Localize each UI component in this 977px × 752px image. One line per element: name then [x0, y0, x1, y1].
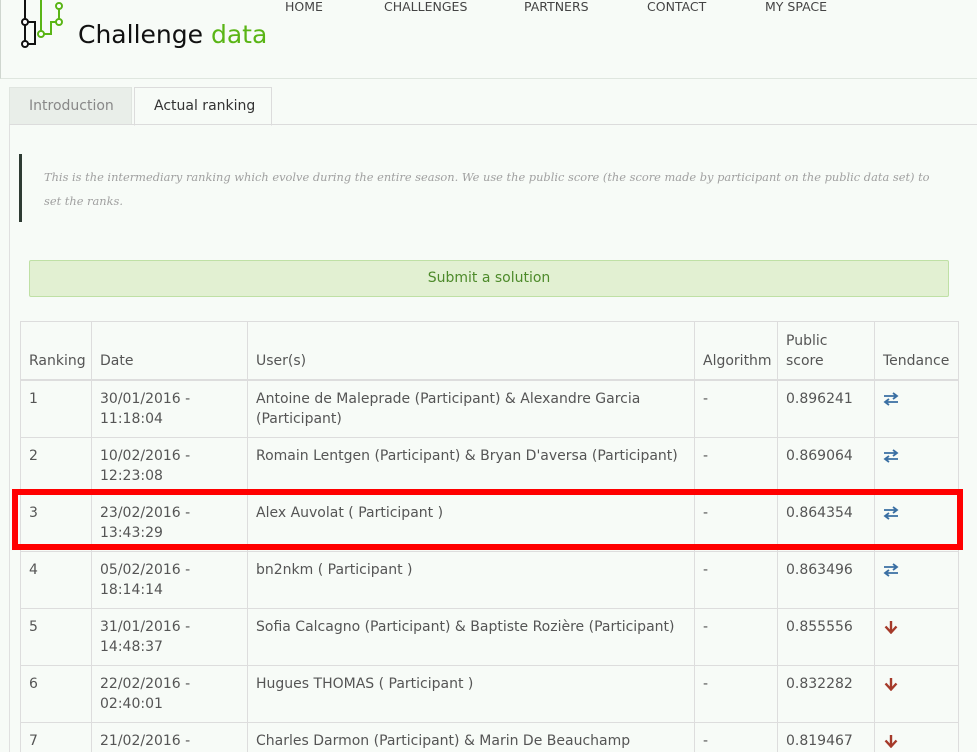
- nav-partners[interactable]: PARTNERS: [524, 0, 589, 14]
- brand-accent: data: [210, 20, 268, 49]
- table-row: 4 05/02/2016 - 18:14:14 bn2nkm ( Participa…: [20, 550, 959, 609]
- site-header: Challenge data HOME CHALLENGES PARTNERS …: [0, 0, 977, 79]
- cell-algorithm: -: [694, 493, 778, 552]
- cell-date: 31/01/2016 - 14:48:37: [91, 607, 248, 666]
- cell-tendance: [874, 721, 959, 752]
- col-date: Date: [91, 321, 248, 381]
- cell-algorithm: -: [694, 607, 778, 666]
- cell-tendance: [874, 664, 959, 723]
- col-algorithm: Algorithm: [694, 321, 778, 381]
- table-row: 2 10/02/2016 - 12:23:08 Romain Lentgen (Pa…: [20, 436, 959, 495]
- cell-tendance: [874, 607, 959, 666]
- col-tendance: Tendance: [874, 321, 959, 381]
- cell-rank: 1: [20, 379, 92, 438]
- table-row: 3 23/02/2016 - 13:43:29 Alex Auvolat ( Par…: [20, 493, 959, 552]
- cell-date: 10/02/2016 - 12:23:08: [91, 436, 248, 495]
- cell-users: Hugues THOMAS ( Participant ): [247, 664, 695, 723]
- cell-rank: 4: [20, 550, 92, 609]
- cell-rank: 5: [20, 607, 92, 666]
- brand-main: Challenge: [78, 20, 203, 49]
- cell-date: 23/02/2016 - 13:43:29: [91, 493, 248, 552]
- cell-algorithm: -: [694, 721, 778, 752]
- arrow-down-icon: [884, 734, 898, 748]
- exchange-arrows-icon: [883, 505, 899, 520]
- nav-contact[interactable]: CONTACT: [647, 0, 706, 14]
- cell-score: 0.863496: [777, 550, 875, 609]
- cell-users: Charles Darmon (Participant) & Marin De …: [247, 721, 695, 752]
- nav-my-space[interactable]: MY SPACE: [765, 0, 827, 14]
- cell-date: 21/02/2016 -: [91, 721, 248, 752]
- tab-actual-ranking[interactable]: Actual ranking: [134, 87, 272, 126]
- table-row: 6 22/02/2016 - 02:40:01 Hugues THOMAS ( Pa…: [20, 664, 959, 723]
- cell-algorithm: -: [694, 550, 778, 609]
- exchange-arrows-icon: [883, 562, 899, 577]
- arrow-down-icon: [884, 677, 898, 691]
- ranking-table: Ranking Date User(s) Algorithm Public sc…: [20, 321, 959, 752]
- cell-score: 0.864354: [777, 493, 875, 552]
- cell-users: Alex Auvolat ( Participant ): [247, 493, 695, 552]
- cell-rank: 6: [20, 664, 92, 723]
- cell-date: 22/02/2016 - 02:40:01: [91, 664, 248, 723]
- cell-date: 05/02/2016 - 18:14:14: [91, 550, 248, 609]
- cell-algorithm: -: [694, 379, 778, 438]
- tab-introduction[interactable]: Introduction: [9, 87, 132, 125]
- cell-date: 30/01/2016 - 11:18:04: [91, 379, 248, 438]
- exchange-arrows-icon: [883, 448, 899, 463]
- cell-score: 0.896241: [777, 379, 875, 438]
- cell-rank: 7: [20, 721, 92, 752]
- intro-blockquote: This is the intermediary ranking which e…: [19, 154, 939, 222]
- table-row: 7 21/02/2016 - Charles Darmon (Participant…: [20, 721, 959, 752]
- cell-algorithm: -: [694, 436, 778, 495]
- cell-score: 0.855556: [777, 607, 875, 666]
- cell-algorithm: -: [694, 664, 778, 723]
- cell-tendance: [874, 436, 959, 495]
- cell-rank: 2: [20, 436, 92, 495]
- circuit-logo-icon[interactable]: [21, 0, 67, 50]
- arrow-down-icon: [884, 620, 898, 634]
- col-public-score: Public score: [777, 321, 875, 381]
- cell-tendance: [874, 550, 959, 609]
- exchange-arrows-icon: [883, 391, 899, 406]
- col-ranking: Ranking: [20, 321, 92, 381]
- col-users: User(s): [247, 321, 695, 381]
- cell-score: 0.869064: [777, 436, 875, 495]
- brand-title[interactable]: Challenge data: [78, 20, 267, 49]
- table-header-row: Ranking Date User(s) Algorithm Public sc…: [20, 321, 959, 381]
- nav-challenges[interactable]: CHALLENGES: [384, 0, 467, 14]
- table-row: 1 30/01/2016 - 11:18:04 Antoine de Malepra…: [20, 379, 959, 438]
- nav-home[interactable]: HOME: [285, 0, 323, 14]
- cell-tendance: [874, 379, 959, 438]
- cell-users: Antoine de Maleprade (Participant) & Ale…: [247, 379, 695, 438]
- cell-tendance: [874, 493, 959, 552]
- cell-users: Sofia Calcagno (Participant) & Baptiste …: [247, 607, 695, 666]
- cell-users: Romain Lentgen (Participant) & Bryan D'a…: [247, 436, 695, 495]
- cell-rank: 3: [20, 493, 92, 552]
- submit-solution-button[interactable]: Submit a solution: [29, 260, 949, 297]
- table-row: 5 31/01/2016 - 14:48:37 Sofia Calcagno (Pa…: [20, 607, 959, 666]
- cell-users: bn2nkm ( Participant ): [247, 550, 695, 609]
- cell-score: 0.832282: [777, 664, 875, 723]
- cell-score: 0.819467: [777, 721, 875, 752]
